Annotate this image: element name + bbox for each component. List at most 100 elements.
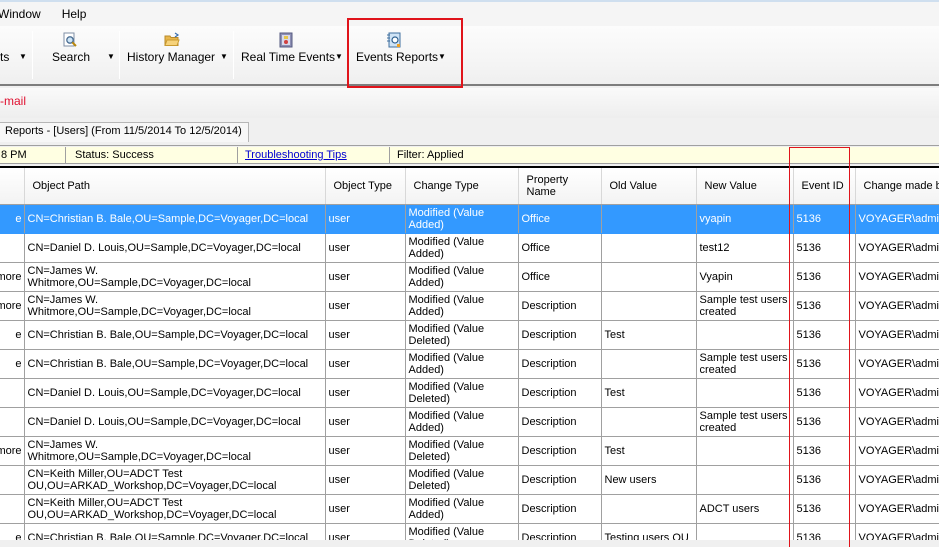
troubleshooting-cell: Troubleshooting Tips — [238, 147, 390, 164]
event-id-cell: 5136 — [793, 494, 856, 524]
chevron-down-icon[interactable]: ▼ — [19, 52, 27, 61]
change-type-cell: Modified (Value Added) — [405, 407, 519, 437]
history-manager-button[interactable]: History Manager ▼ — [124, 26, 232, 84]
events-reports-button[interactable]: Events Reports ▼ — [352, 26, 452, 84]
property-name-cell: Description — [518, 291, 602, 321]
events-reports-label: Events Reports — [356, 50, 439, 64]
real-time-events-button[interactable]: Real Time Events ▼ — [238, 26, 346, 84]
event-id-cell: 5136 — [793, 349, 856, 379]
object-path-cell: CN=James W. Whitmore,OU=Sample,DC=Voyage… — [24, 291, 326, 321]
chevron-down-icon[interactable]: ▼ — [335, 52, 343, 61]
name-cell: more — [0, 436, 25, 466]
object-type-cell: user — [325, 407, 406, 437]
report-tab[interactable]: Reports - [Users] (From 11/5/2014 To 12/… — [0, 122, 249, 142]
event-id-cell: 5136 — [793, 233, 856, 263]
old-value-cell — [601, 407, 697, 437]
event-id-cell: 5136 — [793, 407, 856, 437]
toolbar-separator — [348, 31, 349, 79]
change-type-cell: Modified (Value Deleted) — [405, 523, 519, 540]
table-row[interactable]: CN=Keith Miller,OU=ADCT Test OU,OU=ARKAD… — [0, 494, 939, 524]
table-row[interactable]: CN=Keith Miller,OU=ADCT Test OU,OU=ARKAD… — [0, 465, 939, 495]
menu-bar: Window Help — [0, 2, 939, 26]
chevron-down-icon[interactable]: ▼ — [220, 52, 228, 61]
name-cell: e — [0, 204, 25, 234]
property-name-cell: Description — [518, 465, 602, 495]
column-header-property-name[interactable]: Property Name — [518, 168, 602, 205]
change-made-by-cell: VOYAGER\admi — [855, 349, 939, 379]
property-name-cell: Description — [518, 494, 602, 524]
event-id-cell: 5136 — [793, 204, 856, 234]
column-header-new-value[interactable]: New Value — [696, 168, 794, 205]
old-value-cell: Test — [601, 436, 697, 466]
event-id-cell: 5136 — [793, 523, 856, 540]
column-header-name[interactable] — [0, 168, 25, 205]
column-header-event-id[interactable]: Event ID — [793, 168, 856, 205]
property-name-cell: Description — [518, 407, 602, 437]
table-row[interactable]: e CN=Christian B. Bale,OU=Sample,DC=Voyag… — [0, 349, 939, 379]
change-made-by-cell: VOYAGER\admi — [855, 523, 939, 540]
change-type-cell: Modified (Value Added) — [405, 204, 519, 234]
table-row[interactable]: CN=Daniel D. Louis,OU=Sample,DC=Voyager,… — [0, 378, 939, 408]
change-type-cell: Modified (Value Added) — [405, 349, 519, 379]
column-header-object-path[interactable]: Object Path — [24, 168, 326, 205]
column-header-change-made-by[interactable]: Change made by — [855, 168, 939, 205]
toolbar-separator — [32, 31, 33, 79]
search-icon — [63, 32, 77, 47]
menu-window[interactable]: Window — [0, 4, 62, 24]
status-filter: Filter: Applied — [397, 149, 464, 161]
change-type-cell: Modified (Value Deleted) — [405, 465, 519, 495]
new-value-cell: ADCT users — [696, 494, 794, 524]
old-value-cell — [601, 233, 697, 263]
table-row[interactable]: e CN=Christian B. Bale,OU=Sample,DC=Voyag… — [0, 204, 939, 234]
column-header-old-value[interactable]: Old Value — [601, 168, 697, 205]
object-type-cell: user — [325, 233, 406, 263]
old-value-cell: Test — [601, 320, 697, 350]
menu-help[interactable]: Help — [62, 4, 98, 24]
column-header-object-type[interactable]: Object Type — [325, 168, 406, 205]
object-path-cell: CN=Christian B. Bale,OU=Sample,DC=Voyage… — [24, 204, 326, 234]
object-path-cell: CN=Daniel D. Louis,OU=Sample,DC=Voyager,… — [24, 378, 326, 408]
events-reports-icon — [387, 32, 401, 48]
change-type-cell: Modified (Value Deleted) — [405, 436, 519, 466]
table-row[interactable]: e CN=Christian B. Bale,OU=Sample,DC=Voyag… — [0, 523, 939, 540]
table-row[interactable]: moreCN=James W. Whitmore,OU=Sample,DC=Vo… — [0, 436, 939, 466]
table-row[interactable]: moreCN=James W. Whitmore,OU=Sample,DC=Vo… — [0, 262, 939, 292]
toolbar-separator — [119, 31, 120, 79]
table-row[interactable]: CN=Daniel D. Louis,OU=Sample,DC=Voyager,… — [0, 407, 939, 437]
email-row: -mail — [0, 88, 939, 118]
change-made-by-cell: VOYAGER\admi — [855, 262, 939, 292]
old-value-cell — [601, 204, 697, 234]
grid-body: e CN=Christian B. Bale,OU=Sample,DC=Voyag… — [0, 204, 939, 540]
change-type-cell: Modified (Value Deleted) — [405, 320, 519, 350]
table-row[interactable]: CN=Daniel D. Louis,OU=Sample,DC=Voyager,… — [0, 233, 939, 263]
new-value-cell — [696, 523, 794, 540]
object-path-cell: CN=Keith Miller,OU=ADCT Test OU,OU=ARKAD… — [24, 465, 326, 495]
status-result: Status: Success — [68, 147, 238, 164]
object-path-cell: CN=Daniel D. Louis,OU=Sample,DC=Voyager,… — [24, 233, 326, 263]
property-name-cell: Office — [518, 204, 602, 234]
object-type-cell: user — [325, 436, 406, 466]
old-value-cell — [601, 262, 697, 292]
change-made-by-cell: VOYAGER\admi — [855, 436, 939, 466]
table-row[interactable]: e CN=Christian B. Bale,OU=Sample,DC=Voyag… — [0, 320, 939, 350]
real-time-events-icon — [279, 32, 293, 48]
status-time: 8 PM — [0, 147, 66, 164]
name-cell: e — [0, 349, 25, 379]
change-made-by-cell: VOYAGER\admi — [855, 204, 939, 234]
reports-button[interactable]: rts ▼ — [0, 26, 32, 84]
troubleshooting-tips-link[interactable]: Troubleshooting Tips — [245, 149, 347, 161]
new-value-cell: Sample test users created — [696, 407, 794, 437]
column-header-change-type[interactable]: Change Type — [405, 168, 519, 205]
object-type-cell: user — [325, 262, 406, 292]
change-type-cell: Modified (Value Added) — [405, 494, 519, 524]
table-row[interactable]: moreCN=James W. Whitmore,OU=Sample,DC=Vo… — [0, 291, 939, 321]
change-made-by-cell: VOYAGER\admi — [855, 291, 939, 321]
change-type-cell: Modified (Value Deleted) — [405, 378, 519, 408]
new-value-cell — [696, 436, 794, 466]
chevron-down-icon[interactable]: ▼ — [438, 52, 446, 61]
history-manager-label: History Manager — [127, 50, 216, 64]
email-link[interactable]: -mail — [0, 94, 26, 108]
chevron-down-icon[interactable]: ▼ — [107, 52, 115, 61]
object-path-cell: CN=Christian B. Bale,OU=Sample,DC=Voyage… — [24, 349, 326, 379]
search-button[interactable]: Search ▼ — [40, 26, 118, 84]
